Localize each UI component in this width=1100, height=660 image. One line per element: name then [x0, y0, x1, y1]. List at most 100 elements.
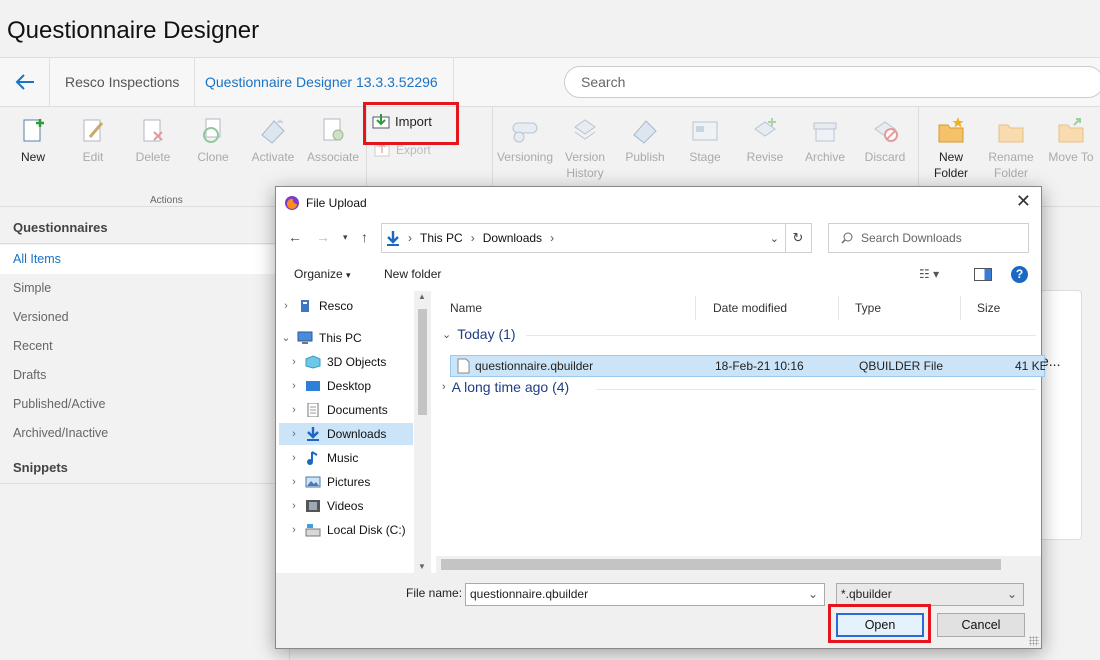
scroll-up-icon[interactable]: ▲ [418, 292, 426, 301]
sidebar-item-simple[interactable]: Simple [0, 274, 290, 303]
resize-grip[interactable] [1029, 636, 1039, 646]
tree-item-desktop[interactable]: › Desktop [279, 375, 413, 397]
recent-locations-icon[interactable]: ▾ [343, 232, 348, 243]
chevron-right-icon: › [292, 452, 296, 464]
questionnaires-header[interactable]: Questionnaires [13, 220, 108, 235]
associate-button[interactable]: Associate [303, 115, 363, 165]
tree-item-downloads[interactable]: › Downloads [279, 423, 413, 445]
forward-arrow-icon[interactable]: → [316, 229, 330, 245]
sidebar-item-archived-inactive[interactable]: Archived/Inactive [0, 419, 290, 448]
path-separator: › [470, 231, 475, 245]
sidebar-item-versioned[interactable]: Versioned [0, 303, 290, 332]
rename-folder-button[interactable]: Rename Folder [981, 115, 1041, 181]
organize-button[interactable]: Organize ▾ [294, 267, 351, 281]
discard-button[interactable]: Discard [855, 115, 915, 165]
versioning-icon [512, 122, 538, 143]
stage-icon [692, 121, 718, 141]
new-button[interactable]: New [3, 115, 63, 165]
chevron-right-icon: › [292, 404, 296, 416]
publish-button[interactable]: Publish [615, 115, 675, 165]
group-today[interactable]: ⌄ Today (1) [442, 326, 516, 342]
breadcrumb-app[interactable]: Resco Inspections [50, 58, 196, 106]
tree-scrollbar-thumb[interactable] [418, 309, 427, 415]
pictures-icon [305, 476, 321, 488]
tree-item-resco[interactable]: › Resco [279, 295, 413, 317]
tree-item-videos[interactable]: › Videos [279, 495, 413, 517]
chevron-down-icon[interactable]: ⌄ [808, 584, 818, 605]
path-segment-downloads[interactable]: Downloads [483, 231, 542, 245]
sidebar-item-recent[interactable]: Recent [0, 332, 290, 361]
path-segment-this-pc[interactable]: This PC [420, 231, 463, 245]
delete-button[interactable]: Delete [123, 115, 183, 165]
chevron-down-icon: ⌄ [281, 332, 291, 344]
horizontal-scrollbar-thumb[interactable] [441, 559, 1001, 570]
back-arrow-icon[interactable]: ← [288, 229, 302, 245]
chevron-down-icon: ▾ [346, 270, 351, 280]
sidebar-item-published-active[interactable]: Published/Active [0, 390, 290, 419]
ribbon-separator [918, 107, 919, 197]
new-folder-button[interactable]: New Folder [921, 115, 981, 181]
cancel-button[interactable]: Cancel [937, 613, 1025, 637]
documents-icon [307, 403, 319, 417]
preview-pane-icon[interactable] [974, 268, 992, 281]
view-options-icon[interactable]: ☷ ▾ [919, 267, 939, 281]
firefox-icon [285, 195, 299, 210]
up-arrow-icon[interactable]: ↑ [361, 229, 368, 245]
chevron-right-icon: › [442, 381, 446, 393]
snippets-header[interactable]: Snippets [13, 460, 68, 475]
revise-button[interactable]: Revise [735, 115, 795, 165]
versioning-button[interactable]: Versioning [495, 115, 555, 165]
sidebar-item-drafts[interactable]: Drafts [0, 361, 290, 390]
stage-button[interactable]: Stage [675, 115, 735, 165]
archive-button[interactable]: Archive [795, 115, 855, 165]
tree-item-pictures[interactable]: › Pictures [279, 471, 413, 493]
chevron-right-icon: › [292, 500, 296, 512]
questionnaire-sidebar: Questionnaires All Items Simple Versione… [0, 208, 290, 660]
file-name-label: File name: [406, 586, 463, 600]
export-button[interactable]: Export [374, 143, 431, 157]
tree-item-local-disk[interactable]: › Local Disk (C:) [279, 519, 413, 541]
chevron-down-icon[interactable]: ⌄ [770, 232, 779, 245]
file-row-questionnaire[interactable]: questionnaire.qbuilder 18-Feb-21 10:16 Q… [450, 355, 1045, 377]
tree-item-music[interactable]: › Music [279, 447, 413, 469]
breadcrumb-page[interactable]: Questionnaire Designer 13.3.3.52296 [190, 58, 454, 106]
close-icon[interactable]: ✕ [1016, 191, 1031, 212]
tree-item-this-pc[interactable]: ⌄ This PC [279, 327, 413, 349]
file-name-input[interactable]: questionnaire.qbuilder ⌄ [465, 583, 825, 606]
tree-scrollbar[interactable]: ▲ ▼ [414, 291, 431, 573]
new-folder-icon [938, 117, 964, 143]
group-long-time-ago[interactable]: › A long time ago (4) [442, 379, 569, 395]
help-icon[interactable]: ? [1011, 266, 1028, 283]
new-folder-button[interactable]: New folder [384, 267, 441, 281]
back-button[interactable] [0, 58, 50, 106]
refresh-button[interactable]: ↻ [785, 223, 812, 253]
address-bar[interactable]: › This PC › Downloads › ⌄ [381, 223, 786, 253]
activate-icon [261, 119, 285, 144]
tree-item-3d-objects[interactable]: › 3D Objects [279, 351, 413, 373]
chevron-right-icon: › [292, 524, 296, 536]
tree-item-documents[interactable]: › Documents [279, 399, 413, 421]
sidebar-item-all-items[interactable]: All Items [0, 245, 290, 274]
background-card: e... [1040, 290, 1082, 540]
file-type-select[interactable]: *.qbuilder ⌄ [836, 583, 1024, 606]
edit-button[interactable]: Edit [63, 115, 123, 165]
column-header-size[interactable]: Size [963, 296, 1041, 320]
column-header-date-modified[interactable]: Date modified [699, 296, 839, 320]
navigation-tree: › Resco ⌄ This PC › 3D Objects › Desktop… [279, 293, 431, 573]
search-downloads-input[interactable]: Search Downloads [828, 223, 1029, 253]
chevron-right-icon: › [284, 300, 288, 312]
file-size-cell: 41 KB [1015, 359, 1045, 373]
file-list: Name Date modified Type Size ⌄ Today (1)… [436, 293, 1045, 573]
downloads-icon [387, 231, 399, 246]
file-list-horizontal-scrollbar[interactable] [436, 556, 1041, 573]
column-header-type[interactable]: Type [841, 296, 961, 320]
music-icon [307, 451, 318, 465]
activate-button[interactable]: Activate [243, 115, 303, 165]
search-input[interactable]: Search [564, 66, 1100, 98]
scroll-down-icon[interactable]: ▼ [418, 562, 426, 571]
clone-button[interactable]: Clone [183, 115, 243, 165]
move-to-button[interactable]: Move To [1041, 115, 1100, 165]
network-icon [301, 300, 309, 312]
version-history-button[interactable]: Version History [555, 115, 615, 181]
column-header-name[interactable]: Name [436, 296, 696, 320]
